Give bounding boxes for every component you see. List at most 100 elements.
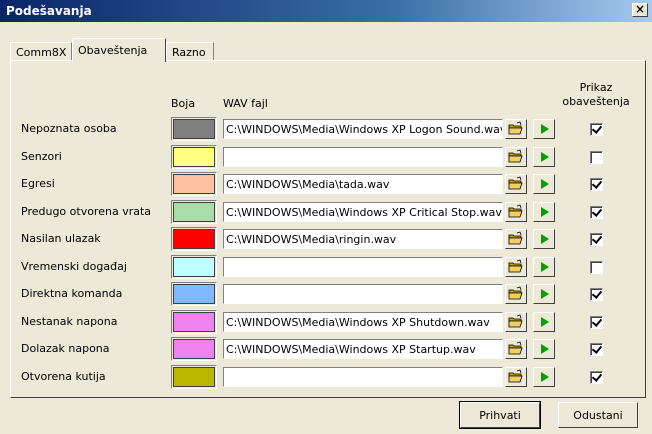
show-notification-checkbox[interactable] bbox=[590, 150, 603, 164]
play-button[interactable] bbox=[533, 119, 555, 139]
play-icon bbox=[541, 371, 549, 382]
show-notification-checkbox[interactable] bbox=[590, 233, 603, 246]
color-fill bbox=[173, 366, 215, 387]
play-button[interactable] bbox=[533, 311, 555, 332]
event-row: Nepoznata osoba C:\WINDOWS\Media\Windows … bbox=[11, 117, 647, 141]
show-notification-checkbox[interactable] bbox=[590, 178, 603, 191]
tab-razno[interactable]: Razno bbox=[166, 42, 214, 62]
wav-file-input[interactable] bbox=[223, 284, 503, 304]
event-row: Vremenski događaj bbox=[11, 254, 647, 279]
show-notification-checkbox[interactable] bbox=[590, 260, 603, 274]
color-swatch[interactable] bbox=[171, 227, 217, 251]
wav-file-input[interactable]: C:\WINDOWS\Media\Windows XP Critical Sto… bbox=[223, 201, 503, 222]
color-fill bbox=[173, 201, 215, 222]
play-button[interactable] bbox=[533, 146, 555, 167]
event-label: Predugo otvorena vrata bbox=[21, 204, 152, 218]
color-swatch[interactable] bbox=[171, 282, 217, 306]
folder-open-icon bbox=[508, 368, 523, 382]
tab-obavestenja[interactable]: Obaveštenja bbox=[72, 38, 166, 62]
event-label: Direktna komanda bbox=[21, 287, 123, 300]
color-fill bbox=[173, 229, 215, 249]
close-button[interactable]: × bbox=[632, 3, 648, 17]
play-icon bbox=[541, 344, 549, 354]
color-fill bbox=[173, 311, 215, 332]
color-swatch[interactable] bbox=[171, 337, 217, 361]
color-swatch[interactable] bbox=[171, 309, 217, 334]
play-icon bbox=[541, 151, 549, 162]
color-fill bbox=[173, 146, 215, 167]
folder-open-icon bbox=[508, 203, 523, 217]
notifications-panel: Boja WAV fajl Prikaz obaveštenja Nepozna… bbox=[10, 60, 646, 398]
browse-button[interactable] bbox=[505, 201, 527, 222]
event-row: Predugo otvorena vrata C:\WINDOWS\Media\W… bbox=[11, 199, 647, 224]
color-swatch[interactable] bbox=[171, 254, 217, 279]
tab-comm8x[interactable]: Comm8X bbox=[10, 42, 72, 62]
window-title: Podešavanja bbox=[6, 4, 92, 18]
play-icon bbox=[541, 206, 549, 217]
color-fill bbox=[173, 339, 215, 359]
color-swatch[interactable] bbox=[171, 117, 217, 141]
show-notification-checkbox[interactable] bbox=[590, 370, 603, 384]
wav-file-input[interactable]: C:\WINDOWS\Media\Windows XP Logon Sound.… bbox=[223, 119, 503, 139]
event-row: Dolazak napona C:\WINDOWS\Media\Windows X… bbox=[11, 337, 647, 361]
play-button[interactable] bbox=[533, 366, 555, 387]
show-notification-checkbox[interactable] bbox=[590, 288, 603, 301]
folder-open-icon bbox=[508, 286, 523, 300]
header-show-notification: Prikaz obaveštenja bbox=[562, 81, 630, 108]
header-wav-file: WAV fajl bbox=[223, 97, 268, 110]
title-bar: Podešavanja × bbox=[0, 0, 652, 22]
color-fill bbox=[173, 119, 215, 139]
play-button[interactable] bbox=[533, 229, 555, 249]
wav-file-input[interactable]: C:\WINDOWS\Media\Windows XP Startup.wav bbox=[223, 339, 503, 359]
browse-button[interactable] bbox=[505, 174, 527, 194]
browse-button[interactable] bbox=[505, 256, 527, 277]
wav-file-input[interactable] bbox=[223, 256, 503, 277]
folder-open-icon bbox=[508, 121, 523, 135]
event-row: Egresi C:\WINDOWS\Media\tada.wav bbox=[11, 172, 647, 196]
event-label: Otvorena kutija bbox=[21, 369, 106, 383]
browse-button[interactable] bbox=[505, 284, 527, 304]
wav-file-input[interactable] bbox=[223, 366, 503, 387]
play-button[interactable] bbox=[533, 284, 555, 304]
play-icon bbox=[541, 316, 549, 327]
folder-open-icon bbox=[508, 148, 523, 162]
color-swatch[interactable] bbox=[171, 364, 217, 389]
browse-button[interactable] bbox=[505, 146, 527, 167]
event-row: Otvorena kutija bbox=[11, 364, 647, 389]
play-button[interactable] bbox=[533, 339, 555, 359]
color-swatch[interactable] bbox=[171, 172, 217, 196]
folder-open-icon bbox=[508, 231, 523, 245]
color-swatch[interactable] bbox=[171, 199, 217, 224]
play-button[interactable] bbox=[533, 174, 555, 194]
wav-file-input[interactable]: C:\WINDOWS\Media\Windows XP Shutdown.wav bbox=[223, 311, 503, 332]
play-button[interactable] bbox=[533, 201, 555, 222]
play-icon bbox=[541, 289, 549, 299]
browse-button[interactable] bbox=[505, 119, 527, 139]
wav-file-input[interactable] bbox=[223, 146, 503, 167]
color-swatch[interactable] bbox=[171, 144, 217, 169]
show-notification-checkbox[interactable] bbox=[590, 205, 603, 219]
show-notification-checkbox[interactable] bbox=[590, 343, 603, 356]
event-label: Vremenski događaj bbox=[21, 259, 127, 273]
cancel-button[interactable]: Odustani bbox=[558, 402, 638, 428]
color-fill bbox=[173, 174, 215, 194]
show-notification-checkbox[interactable] bbox=[590, 123, 603, 136]
browse-button[interactable] bbox=[505, 339, 527, 359]
event-label: Nepoznata osoba bbox=[21, 122, 117, 135]
browse-button[interactable] bbox=[505, 229, 527, 249]
browse-button[interactable] bbox=[505, 311, 527, 332]
event-label: Nestanak napona bbox=[21, 314, 118, 328]
show-notification-checkbox[interactable] bbox=[590, 315, 603, 329]
folder-open-icon bbox=[508, 176, 523, 190]
event-label: Egresi bbox=[21, 177, 55, 190]
event-row: Nestanak napona C:\WINDOWS\Media\Windows … bbox=[11, 309, 647, 334]
header-color: Boja bbox=[171, 97, 196, 110]
color-fill bbox=[173, 284, 215, 304]
wav-file-input[interactable]: C:\WINDOWS\Media\tada.wav bbox=[223, 174, 503, 194]
play-icon bbox=[541, 179, 549, 189]
wav-file-input[interactable]: C:\WINDOWS\Media\ringin.wav bbox=[223, 229, 503, 249]
color-fill bbox=[173, 256, 215, 277]
play-button[interactable] bbox=[533, 256, 555, 277]
accept-button[interactable]: Prihvati bbox=[459, 401, 541, 429]
browse-button[interactable] bbox=[505, 366, 527, 387]
